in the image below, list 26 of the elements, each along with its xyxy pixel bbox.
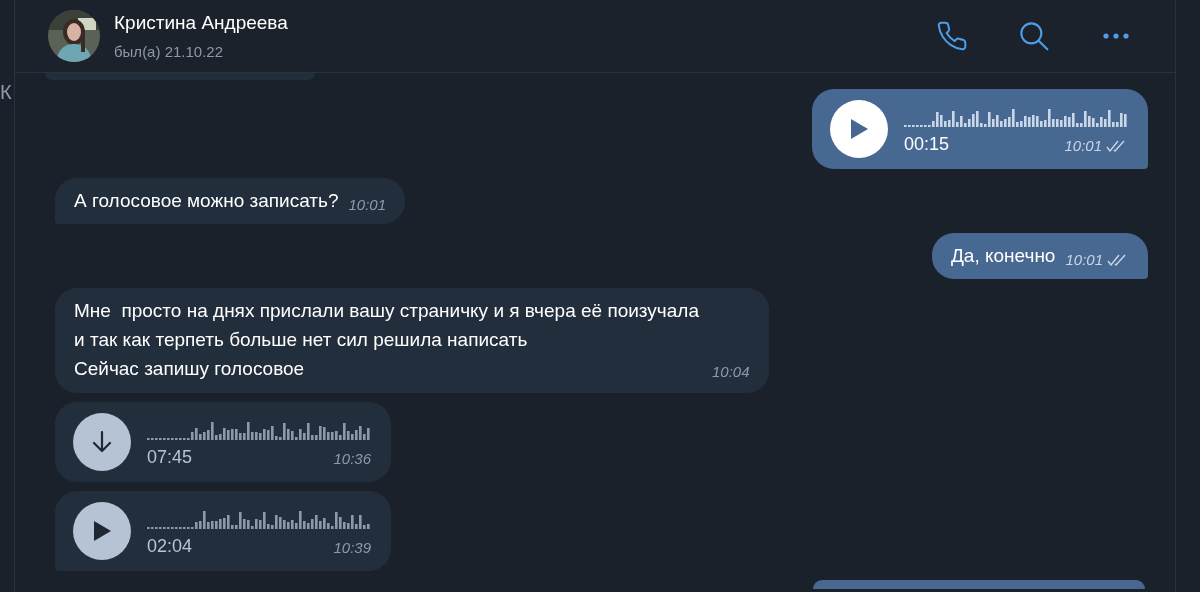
call-button[interactable] (935, 19, 969, 53)
play-button[interactable] (830, 100, 888, 158)
search-icon (1018, 20, 1050, 52)
phone-icon (936, 20, 968, 52)
message-time: 10:01 (348, 195, 387, 215)
download-arrow-icon (91, 430, 113, 454)
voice-duration: 00:15 (904, 132, 950, 156)
message-time: 10:01 (1065, 250, 1103, 270)
search-button[interactable] (1017, 19, 1051, 53)
play-icon (92, 520, 112, 542)
more-icon (1103, 33, 1129, 39)
contact-name: Кристина Андреева (114, 11, 288, 35)
play-icon (849, 118, 869, 140)
download-button[interactable] (73, 413, 131, 471)
message-text: Мне просто на днях прислали вашу страничку и я вчера её поизучала и так как терпеть больше нет сил решила написать Сейчас запишу голосовое (74, 299, 700, 381)
message-time: 10:04 (712, 361, 750, 382)
message-time: 10:01 (1064, 136, 1102, 156)
last-seen-status: был(а) 21.10.22 (114, 41, 224, 62)
message-text: Да, конечно (950, 243, 1056, 268)
voice-duration: 02:04 (147, 534, 193, 558)
message-text: А голосовое можно записать? (74, 188, 339, 213)
play-button[interactable] (73, 502, 131, 560)
message-time: 10:39 (333, 538, 371, 558)
message-time: 10:36 (333, 449, 371, 469)
sidebar-text: К (0, 82, 13, 102)
voice-duration: 07:45 (147, 445, 193, 469)
